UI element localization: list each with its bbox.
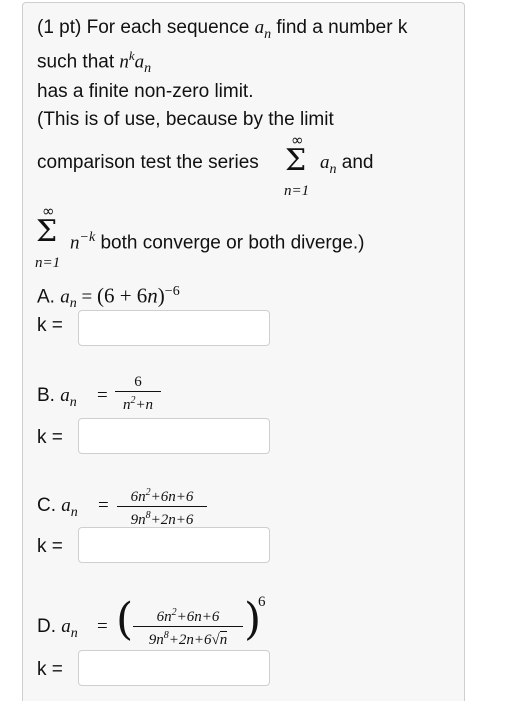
- part-a-k-label: k =: [37, 315, 63, 336]
- denominator: 9n8+2n+6√n: [148, 630, 228, 648]
- intro-line-5: comparison test the series: [37, 152, 259, 173]
- sum1-lower-limit: n=1: [284, 183, 310, 199]
- intro-line-6: n−k both converge or both diverge.): [70, 226, 365, 255]
- part-b-fraction: 6 n2+n: [115, 373, 161, 414]
- part-c-label: C. an: [37, 494, 78, 525]
- part-b-k-label: k =: [37, 427, 63, 448]
- part-b-label: B. an: [37, 384, 77, 415]
- part-b-label-text: B.: [37, 385, 61, 406]
- a-var: a: [61, 495, 71, 516]
- part-a-k-input[interactable]: [78, 310, 270, 346]
- intro-text-end: both converge or both diverge.): [95, 232, 365, 254]
- n-var: n: [147, 283, 158, 308]
- intro-line-3: has a finite non-zero limit.: [37, 81, 254, 102]
- n-var: n: [70, 232, 80, 254]
- outer-exponent: 6: [258, 594, 266, 610]
- a-var: a: [61, 616, 71, 637]
- intro-line-4: (This is of use, because by the limit: [37, 109, 334, 130]
- equals: =: [97, 616, 108, 637]
- equals: =: [76, 286, 97, 308]
- a-sub: n: [70, 625, 78, 641]
- part-c-fraction: 6n2+6n+6 9n8+2n+6: [117, 484, 207, 529]
- denominator: 9n8+2n+6: [130, 510, 194, 528]
- expression: (6 + 6: [96, 283, 148, 308]
- intro-line-2: such that nkan: [37, 44, 151, 81]
- part-b-k-input[interactable]: [78, 418, 270, 454]
- equals: =: [97, 385, 108, 406]
- a-sub: n: [69, 296, 77, 312]
- part-d-k-input[interactable]: [78, 650, 270, 686]
- a-sub: n: [69, 394, 77, 410]
- sum2-lower-limit: n=1: [35, 255, 61, 271]
- a-var: a: [320, 152, 330, 173]
- close-paren: ): [157, 283, 165, 308]
- part-d-label: D. an: [37, 615, 78, 646]
- n-var: n: [119, 51, 129, 73]
- numerator: 6: [134, 374, 142, 390]
- neg-k-exponent: −k: [79, 230, 96, 245]
- part-d-fraction: 6n2+6n+6 9n8+2n+6√n: [133, 604, 243, 649]
- numerator: 6n2+6n+6: [130, 487, 194, 505]
- part-c-k-label: k =: [37, 536, 63, 557]
- part-c-k-input[interactable]: [78, 527, 270, 563]
- part-a-label: A.: [37, 286, 61, 308]
- exponent: −6: [164, 284, 180, 299]
- and-text: and: [336, 152, 374, 173]
- intro-text-end: find a number k: [271, 17, 408, 38]
- part-c-label-text: C.: [37, 495, 62, 516]
- open-paren: (: [116, 594, 134, 645]
- numerator: 6n2+6n+6: [156, 607, 220, 625]
- a-var: a: [60, 385, 70, 406]
- part-d-label-text: D.: [37, 616, 62, 637]
- intro-text: such that: [37, 51, 120, 73]
- denominator: n2+n: [122, 395, 154, 413]
- intro-text: (1 pt) For each sequence: [37, 17, 255, 38]
- a-sub: n: [329, 161, 337, 177]
- part-d-k-label: k =: [37, 659, 63, 680]
- a-sub: n: [70, 504, 78, 520]
- sigma-icon: Σ: [285, 143, 307, 178]
- equals: =: [98, 495, 109, 516]
- a-sub: n: [144, 61, 152, 77]
- sequence-var: a: [254, 17, 265, 38]
- sigma-icon: Σ: [36, 214, 58, 249]
- intro-line-5-tail: an and: [320, 151, 373, 182]
- a-var: a: [60, 286, 70, 308]
- a-var: a: [134, 51, 145, 73]
- intro-line-1: (1 pt) For each sequence an find a numbe…: [37, 16, 407, 47]
- sqrt-icon: √: [211, 632, 220, 648]
